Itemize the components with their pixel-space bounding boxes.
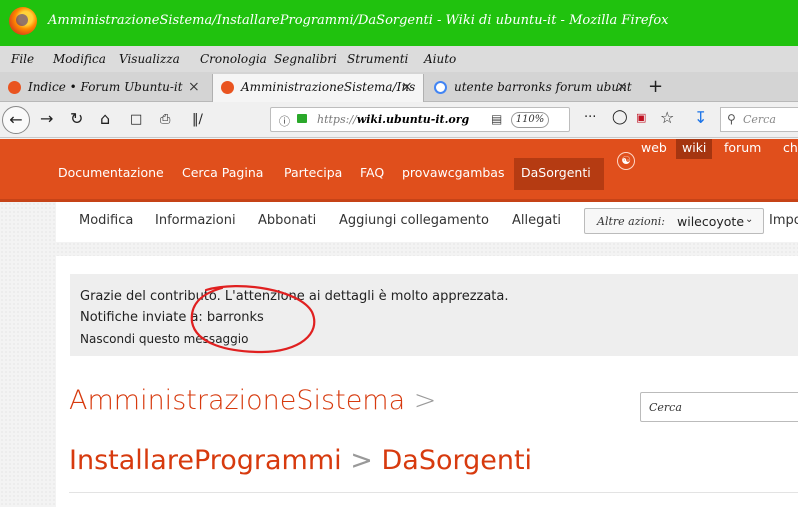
url-bar[interactable]: ⓘ https://wiki.ubuntu-it.org ▤ 110% <box>270 107 570 132</box>
altre-azioni-label: Altre azioni: <box>597 215 665 228</box>
action-importa[interactable]: Impo <box>769 213 798 228</box>
action-modifica[interactable]: Modifica <box>79 213 133 228</box>
tab-label: Indice • Forum Ubuntu-it <box>28 80 183 94</box>
breadcrumb-line2: InstallareProgrammi > DaSorgenti <box>69 445 532 476</box>
info-icon[interactable]: ⓘ <box>279 113 290 129</box>
action-allegati[interactable]: Allegati <box>512 213 561 228</box>
top-link-wiki[interactable]: wiki <box>682 140 706 155</box>
menu-segnalibri[interactable]: Segnalibri <box>274 52 337 66</box>
flag-icon[interactable]: ▣ <box>636 111 646 124</box>
nav-provawcgambas[interactable]: provawcgambas <box>402 165 504 180</box>
tab-label: AmministrazioneSistema/Ins <box>241 80 416 94</box>
top-link-forum[interactable]: forum <box>724 140 761 155</box>
google-favicon-icon <box>434 81 447 94</box>
altre-azioni-select[interactable]: Altre azioni: wilecoyote ⌄ <box>584 208 764 234</box>
tab-close-icon[interactable]: × <box>188 74 200 100</box>
menu-bar: File Modifica Visualizza Cronologia Segn… <box>0 46 798 72</box>
nav-partecipa[interactable]: Partecipa <box>284 165 342 180</box>
new-tab-button[interactable]: + <box>648 76 663 97</box>
action-aggiungi-collegamento[interactable]: Aggiungi collegamento <box>339 213 489 228</box>
print-icon[interactable]: ⎙ <box>160 112 170 127</box>
tab-wiki-active[interactable]: AmministrazioneSistema/Ins × <box>212 74 424 102</box>
wiki-search-placeholder: Cerca <box>649 401 682 414</box>
chevron-down-icon: ⌄ <box>745 214 754 225</box>
tab-google-search[interactable]: utente barronks forum ubunt × <box>426 74 640 102</box>
hide-message-link[interactable]: Nascondi questo messaggio <box>80 332 248 346</box>
action-abbonati[interactable]: Abbonati <box>258 213 316 228</box>
bookmark-star-icon[interactable]: ☆ <box>660 108 674 127</box>
menu-aiuto[interactable]: Aiuto <box>424 52 456 66</box>
tab-label: utente barronks forum ubunt <box>454 80 632 94</box>
url-text: https://wiki.ubuntu-it.org <box>317 113 470 126</box>
breadcrumb-line1: AmministrazioneSistema > <box>69 385 436 416</box>
download-icon[interactable]: ↧ <box>694 108 707 127</box>
tab-bar: Indice • Forum Ubuntu-it × Amministrazio… <box>0 72 798 102</box>
screenshot-icon[interactable]: □ <box>130 112 142 127</box>
home-icon[interactable]: ⌂ <box>100 109 110 128</box>
lock-icon <box>297 114 307 123</box>
search-icon: ⚲ <box>727 112 736 126</box>
accessibility-icon[interactable]: ☯ <box>617 152 635 170</box>
breadcrumb-installareprogrammi[interactable]: InstallareProgrammi <box>69 445 342 476</box>
tab-forum-index[interactable]: Indice • Forum Ubuntu-it × <box>0 74 210 102</box>
menu-cronologia[interactable]: Cronologia <box>200 52 267 66</box>
browser-search-bar[interactable]: ⚲ Cerca <box>720 107 798 132</box>
menu-strumenti[interactable]: Strumenti <box>347 52 408 66</box>
pocket-icon[interactable]: ◯ <box>612 109 628 125</box>
ubuntu-favicon-icon <box>221 81 234 94</box>
wiki-search-input[interactable]: Cerca <box>640 392 798 422</box>
library-icon[interactable]: ‖∕ <box>192 112 203 127</box>
top-link-chat[interactable]: ch <box>783 140 798 155</box>
breadcrumb-amministrazionesistema[interactable]: AmministrazioneSistema <box>69 385 405 416</box>
ubuntu-favicon-icon <box>8 81 21 94</box>
tab-close-icon[interactable]: × <box>616 74 628 100</box>
altre-azioni-value: wilecoyote <box>677 214 745 229</box>
forward-arrow-icon[interactable]: → <box>40 109 53 128</box>
window-title: AmministrazioneSistema/InstallareProgram… <box>48 13 669 28</box>
menu-file[interactable]: File <box>11 52 34 66</box>
action-informazioni[interactable]: Informazioni <box>155 213 236 228</box>
message-notified: Notifiche inviate a: barronks <box>80 310 264 325</box>
page-actions-icon[interactable]: ··· <box>584 110 596 125</box>
reload-icon[interactable]: ↻ <box>70 109 83 128</box>
menu-visualizza[interactable]: Visualizza <box>119 52 180 66</box>
top-link-web[interactable]: web <box>641 140 667 155</box>
back-arrow-icon[interactable]: ← <box>2 106 30 134</box>
divider <box>69 492 798 493</box>
breadcrumb-dasorgenti[interactable]: DaSorgenti <box>381 445 532 476</box>
reader-view-icon[interactable]: ▤ <box>491 112 502 126</box>
search-placeholder: Cerca <box>743 113 776 126</box>
message-thanks: Grazie del contributo. L'attenzione ai d… <box>80 289 509 304</box>
nav-faq[interactable]: FAQ <box>360 165 384 180</box>
breadcrumb-separator: > <box>350 445 373 476</box>
navigation-bar: ← → ↻ ⌂ □ ⎙ ‖∕ ⓘ https://wiki.ubuntu-it.… <box>0 102 798 138</box>
firefox-logo-icon <box>9 7 37 35</box>
breadcrumb-separator: > <box>413 385 437 416</box>
nav-documentazione[interactable]: Documentazione <box>58 165 164 180</box>
window-titlebar: AmministrazioneSistema/InstallareProgram… <box>0 0 798 46</box>
zoom-level[interactable]: 110% <box>511 112 549 128</box>
tab-close-icon[interactable]: × <box>401 74 413 100</box>
nav-dasorgenti[interactable]: DaSorgenti <box>521 165 591 180</box>
nav-cerca-pagina[interactable]: Cerca Pagina <box>182 165 263 180</box>
menu-modifica[interactable]: Modifica <box>53 52 106 66</box>
